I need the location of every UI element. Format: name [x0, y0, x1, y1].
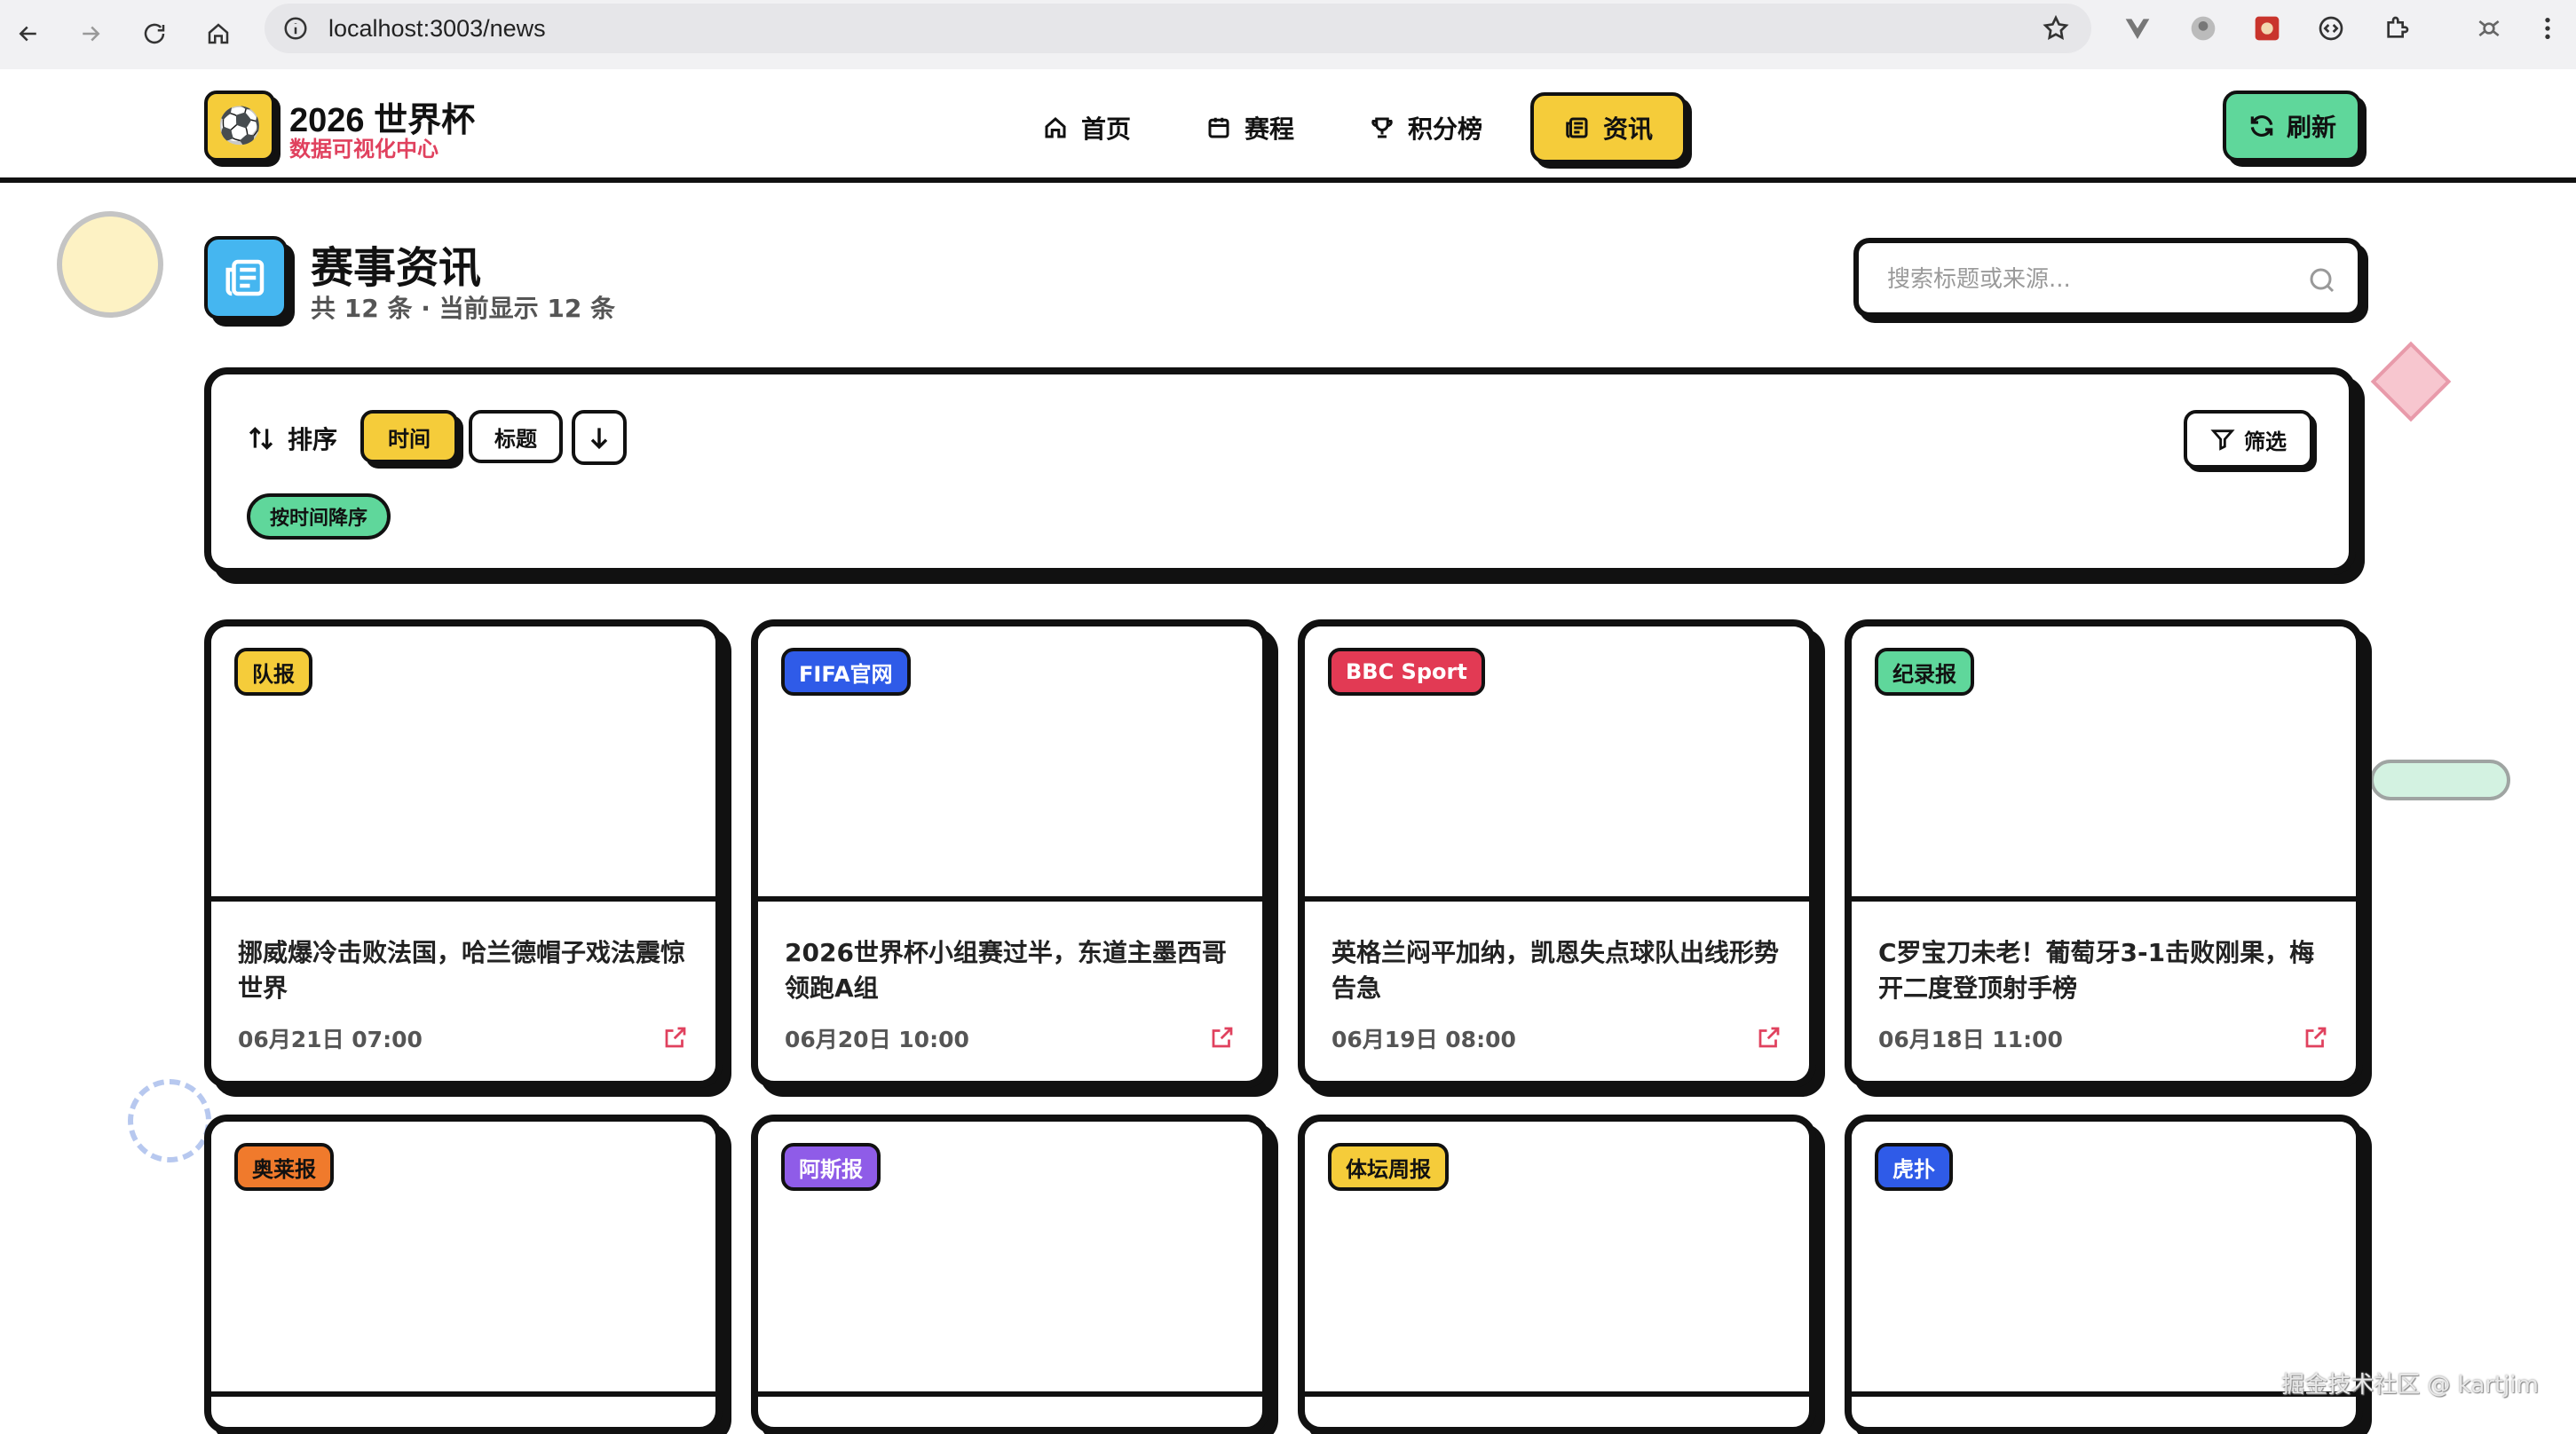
newspaper-icon	[1566, 117, 1588, 138]
refresh-label: 刷新	[2286, 113, 2336, 142]
news-title[interactable]: C罗宝刀未老！葡萄牙3-1击败刚果，梅开二度登顶射手榜	[1878, 935, 2336, 1006]
source-badge: BBC Sport	[1328, 648, 1485, 696]
search-icon[interactable]	[2306, 264, 2338, 296]
spider-icon	[2478, 20, 2500, 37]
external-link-icon[interactable]	[1756, 1024, 1782, 1051]
home-icon	[1045, 117, 1066, 138]
external-link-icon[interactable]	[662, 1024, 689, 1051]
nav-standings[interactable]: 积分榜	[1369, 105, 1482, 151]
trophy-icon	[1371, 117, 1393, 138]
external-link-icon[interactable]	[1209, 1024, 1236, 1051]
funnel-icon	[2210, 429, 2235, 451]
search-box[interactable]	[1853, 238, 2363, 318]
back-button[interactable]	[7, 12, 50, 55]
reload-button[interactable]	[133, 12, 176, 55]
globe-icon	[2191, 16, 2216, 41]
news-date: 06月18日 11:00	[1878, 1027, 2063, 1052]
reload-icon	[144, 23, 165, 44]
app-header: ⚽ 2026 世界杯 数据可视化中心 首页 赛程 积分榜 资讯 刷新	[0, 69, 2576, 183]
address-bar[interactable]: localhost:3003/news	[265, 4, 2091, 53]
arrow-left-icon	[19, 26, 36, 42]
refresh-icon	[2250, 115, 2273, 137]
sort-by-time-button[interactable]: 时间	[360, 410, 458, 463]
news-card[interactable]: BBC Sport 英格兰闷平加纳，凯恩失点球队出线形势告急 06月19日 08…	[1298, 619, 1816, 1088]
refresh-button[interactable]: 刷新	[2223, 91, 2361, 162]
news-card[interactable]: 奥莱报	[204, 1115, 723, 1434]
nav-home[interactable]: 首页	[1042, 105, 1131, 151]
logo-subtitle: 数据可视化中心	[289, 137, 439, 162]
more-vertical-icon	[2545, 18, 2550, 39]
page-subtitle: 共 12 条 · 当前显示 12 条	[311, 294, 616, 323]
nav-news-label: 资讯	[1602, 114, 1653, 144]
news-title[interactable]: 挪威爆冷击败法国，哈兰德帽子戏法震惊世界	[238, 935, 696, 1006]
search-input[interactable]	[1885, 259, 2297, 300]
nav-news[interactable]: 资讯	[1530, 92, 1687, 163]
sort-direction-button[interactable]	[572, 410, 627, 465]
extension-code[interactable]	[2315, 12, 2347, 44]
extension-red[interactable]	[2251, 12, 2283, 44]
puzzle-icon	[2387, 16, 2409, 38]
vue-devtools-extension[interactable]	[2122, 12, 2153, 44]
news-date: 06月21日 07:00	[238, 1027, 423, 1052]
home-browser-button[interactable]	[197, 12, 240, 55]
url-text[interactable]: localhost:3003/news	[328, 15, 546, 43]
source-badge: 体坛周报	[1328, 1143, 1449, 1191]
sort-label: 排序	[247, 421, 337, 456]
logo-badge[interactable]: ⚽	[204, 91, 275, 162]
news-title[interactable]: 2026世界杯小组赛过半，东道主墨西哥领跑A组	[785, 935, 1243, 1006]
filter-button[interactable]: 筛选	[2184, 410, 2313, 469]
code-circle-icon	[2319, 16, 2343, 41]
info-icon[interactable]	[282, 15, 309, 42]
decorative-circle	[57, 211, 163, 318]
external-link-icon[interactable]	[2303, 1024, 2329, 1051]
page-icon	[204, 236, 288, 319]
source-badge: 阿斯报	[781, 1143, 881, 1191]
decorative-dashed-circle	[128, 1079, 211, 1162]
filter-panel: 排序 时间 标题 筛选 按时间降序	[204, 367, 2356, 575]
nav-schedule-label: 赛程	[1245, 114, 1295, 144]
soccer-ball-icon: ⚽	[217, 106, 262, 146]
news-card[interactable]: 纪录报 C罗宝刀未老！葡萄牙3-1击败刚果，梅开二度登顶射手榜 06月18日 1…	[1845, 619, 2363, 1088]
newspaper-icon	[225, 259, 265, 296]
page-title: 赛事资讯	[311, 243, 482, 293]
decorative-pill	[2370, 760, 2510, 800]
extension-image-icon	[2255, 16, 2280, 41]
nav-schedule[interactable]: 赛程	[1205, 105, 1294, 151]
news-card[interactable]: 队报 挪威爆冷击败法国，哈兰德帽子戏法震惊世界 06月21日 07:00	[204, 619, 723, 1088]
browser-toolbar: localhost:3003/news	[0, 0, 2576, 70]
nav-standings-label: 积分榜	[1408, 114, 1483, 144]
news-card[interactable]: FIFA官网 2026世界杯小组赛过半，东道主墨西哥领跑A组 06月20日 10…	[751, 619, 1269, 1088]
vue-icon	[2125, 19, 2150, 39]
arrow-down-icon	[590, 428, 608, 450]
news-title[interactable]: 英格兰闷平加纳，凯恩失点球队出线形势告急	[1331, 935, 1790, 1006]
source-badge: 纪录报	[1875, 648, 1974, 696]
news-date: 06月20日 10:00	[785, 1027, 969, 1052]
nav-home-label: 首页	[1081, 114, 1132, 144]
source-badge: FIFA官网	[781, 648, 911, 696]
bookmark-star-icon[interactable]	[2042, 14, 2070, 43]
sort-label-text: 排序	[288, 425, 338, 454]
sort-arrows-icon	[249, 427, 273, 450]
news-card[interactable]: 阿斯报	[751, 1115, 1269, 1434]
source-badge: 队报	[234, 648, 312, 696]
source-badge: 奥莱报	[234, 1143, 334, 1191]
source-badge: 虎扑	[1875, 1143, 1953, 1191]
watermark: 掘金技术社区 @ kartjim	[2281, 1372, 2539, 1399]
browser-menu[interactable]	[2532, 12, 2564, 44]
profile-button[interactable]	[2473, 12, 2505, 44]
news-date: 06月19日 08:00	[1331, 1027, 1516, 1052]
sort-by-title-button[interactable]: 标题	[469, 410, 563, 463]
sort-status-tag: 按时间降序	[247, 493, 391, 540]
extension-avatar[interactable]	[2187, 12, 2219, 44]
extensions-menu[interactable]	[2381, 12, 2413, 44]
decorative-diamond	[2370, 341, 2452, 422]
filter-label: 筛选	[2244, 429, 2287, 454]
forward-button[interactable]	[69, 12, 112, 55]
calendar-icon	[1208, 117, 1229, 138]
news-card[interactable]: 体坛周报	[1298, 1115, 1816, 1434]
arrow-right-icon	[83, 26, 100, 42]
home-icon	[208, 23, 229, 44]
